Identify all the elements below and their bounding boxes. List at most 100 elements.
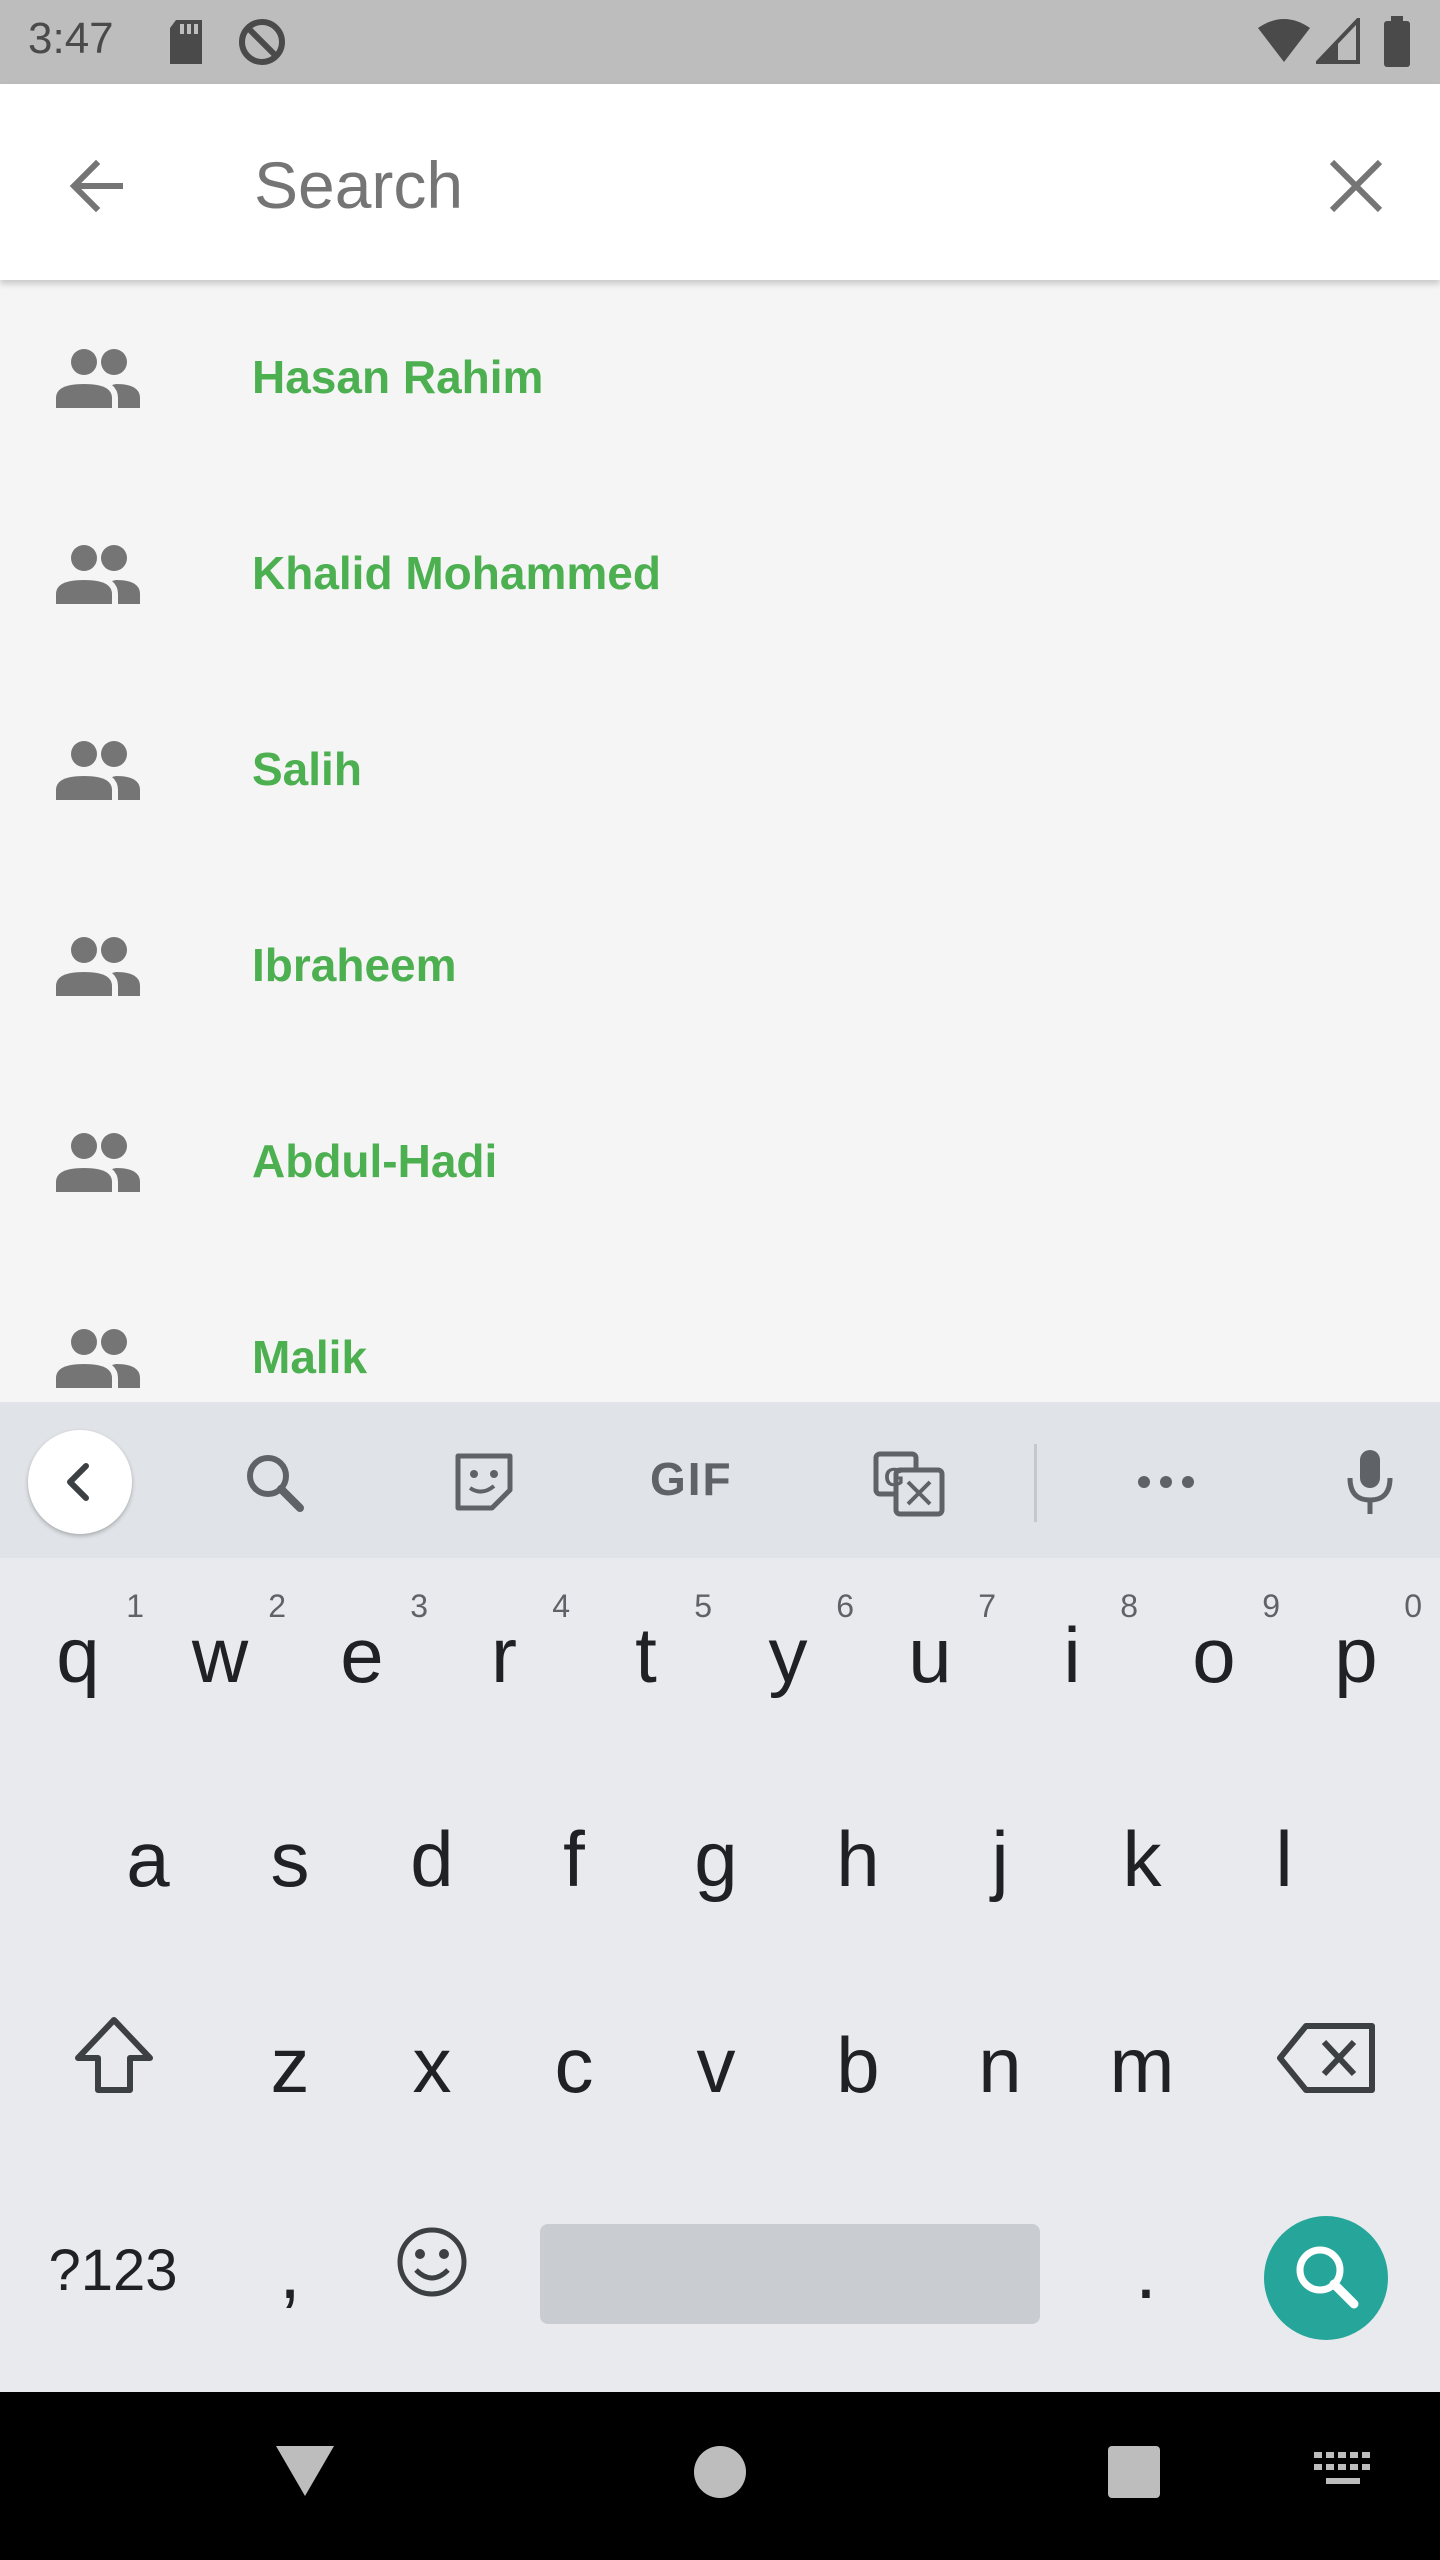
group-icon xyxy=(56,741,140,800)
search-toolbar xyxy=(0,84,1440,280)
navigation-bar xyxy=(0,2392,1440,2560)
symbols-key[interactable]: ?123 xyxy=(28,2174,198,2354)
key-s[interactable]: s xyxy=(220,1762,360,1942)
key-t[interactable]: 5t xyxy=(576,1558,716,1738)
backspace-key[interactable] xyxy=(1256,1968,1400,2148)
key-label: j xyxy=(991,1815,1009,1903)
keyboard-toolbar: GIF G xyxy=(0,1402,1440,1558)
key-label: l xyxy=(1275,1815,1293,1903)
key-v[interactable]: v xyxy=(646,1968,786,2148)
key-label: f xyxy=(563,1815,585,1903)
search-action-button[interactable] xyxy=(1264,2216,1388,2340)
list-item[interactable]: Khalid Mohammed xyxy=(0,476,1440,672)
key-q[interactable]: 1q xyxy=(8,1558,148,1738)
signal-icon xyxy=(1316,18,1360,64)
key-period[interactable]: . xyxy=(1076,2174,1216,2354)
key-d[interactable]: d xyxy=(362,1762,502,1942)
shift-key[interactable] xyxy=(42,1968,186,2148)
key-x[interactable]: x xyxy=(362,1968,502,2148)
key-r[interactable]: 4r xyxy=(434,1558,574,1738)
back-arrow-icon[interactable] xyxy=(58,146,138,226)
search-icon[interactable] xyxy=(236,1446,316,1518)
key-label: d xyxy=(410,1815,454,1903)
key-label: t xyxy=(635,1611,657,1699)
sticker-icon[interactable] xyxy=(446,1446,526,1518)
status-bar: 3:47 xyxy=(0,0,1440,84)
key-a[interactable]: a xyxy=(78,1762,218,1942)
backspace-icon xyxy=(1277,2023,1375,2093)
contact-name: Khalid Mohammed xyxy=(252,547,661,599)
collapse-toolbar-button[interactable] xyxy=(28,1430,132,1534)
key-h[interactable]: h xyxy=(788,1762,928,1942)
toolbar-divider xyxy=(1034,1444,1037,1522)
list-item[interactable]: Abdul-Hadi xyxy=(0,1064,1440,1260)
contact-name: Abdul-Hadi xyxy=(252,1135,498,1187)
space-bar[interactable] xyxy=(540,2224,1040,2324)
home-circle-icon[interactable] xyxy=(690,2442,750,2502)
key-label: c xyxy=(554,2021,594,2109)
more-icon[interactable] xyxy=(1126,1446,1206,1518)
key-label: s xyxy=(270,1815,310,1903)
key-label: y xyxy=(768,1611,808,1699)
recents-square-icon[interactable] xyxy=(1106,2444,1162,2500)
key-label: a xyxy=(126,1815,170,1903)
keyboard: GIF G 1q 2w 3e 4r 5t 6y 7u 8i 9o 0p a s … xyxy=(0,1402,1440,2392)
key-z[interactable]: z xyxy=(220,1968,360,2148)
contact-name: Ibraheem xyxy=(252,939,457,991)
group-icon xyxy=(56,1329,140,1388)
contact-name: Malik xyxy=(252,1331,368,1383)
key-n[interactable]: n xyxy=(930,1968,1070,2148)
key-label: w xyxy=(191,1611,249,1699)
key-label: p xyxy=(1334,1611,1378,1699)
key-label: i xyxy=(1063,1611,1081,1699)
key-label: k xyxy=(1122,1815,1162,1903)
list-item[interactable]: Malik xyxy=(0,1260,1440,1402)
close-icon[interactable] xyxy=(1316,146,1396,226)
key-j[interactable]: j xyxy=(930,1762,1070,1942)
key-l[interactable]: l xyxy=(1214,1762,1354,1942)
group-icon xyxy=(56,545,140,604)
key-label: ?123 xyxy=(48,2238,178,2303)
search-input[interactable] xyxy=(252,142,1256,228)
wifi-icon xyxy=(1258,19,1310,62)
results-list: Hasan Rahim Khalid Mohammed Salih Ibrahe… xyxy=(0,280,1440,1402)
key-label: q xyxy=(56,1611,100,1699)
key-u[interactable]: 7u xyxy=(860,1558,1000,1738)
key-label: m xyxy=(1109,2021,1175,2109)
gif-button[interactable]: GIF xyxy=(650,1452,733,1524)
keyboard-switch-icon[interactable] xyxy=(1312,2450,1374,2490)
key-w[interactable]: 2w xyxy=(150,1558,290,1738)
translate-icon[interactable]: G xyxy=(870,1446,950,1518)
key-label: r xyxy=(491,1611,517,1699)
key-label: x xyxy=(412,2021,452,2109)
key-k[interactable]: k xyxy=(1072,1762,1212,1942)
emoji-key[interactable] xyxy=(362,2174,502,2354)
key-comma[interactable]: , xyxy=(220,2174,360,2354)
group-icon xyxy=(56,937,140,996)
back-triangle-icon[interactable] xyxy=(270,2440,340,2500)
svg-text:G: G xyxy=(884,1462,904,1492)
key-i[interactable]: 8i xyxy=(1002,1558,1142,1738)
status-time: 3:47 xyxy=(28,14,114,63)
list-item[interactable]: Salih xyxy=(0,672,1440,868)
key-f[interactable]: f xyxy=(504,1762,644,1942)
mic-icon[interactable] xyxy=(1332,1446,1412,1518)
list-item[interactable]: Ibraheem xyxy=(0,868,1440,1064)
key-label: v xyxy=(696,2021,736,2109)
key-o[interactable]: 9o xyxy=(1144,1558,1284,1738)
key-m[interactable]: m xyxy=(1072,1968,1212,2148)
group-icon xyxy=(56,1133,140,1192)
shift-icon xyxy=(75,2017,153,2093)
key-e[interactable]: 3e xyxy=(292,1558,432,1738)
key-b[interactable]: b xyxy=(788,1968,928,2148)
key-y[interactable]: 6y xyxy=(718,1558,858,1738)
key-c[interactable]: c xyxy=(504,1968,644,2148)
key-label: e xyxy=(340,1611,384,1699)
key-label: o xyxy=(1192,1611,1236,1699)
key-label: g xyxy=(694,1815,738,1903)
list-item[interactable]: Hasan Rahim xyxy=(0,280,1440,476)
key-p[interactable]: 0p xyxy=(1286,1558,1426,1738)
emoji-icon xyxy=(397,2227,467,2297)
key-label: b xyxy=(836,2021,880,2109)
key-g[interactable]: g xyxy=(646,1762,786,1942)
